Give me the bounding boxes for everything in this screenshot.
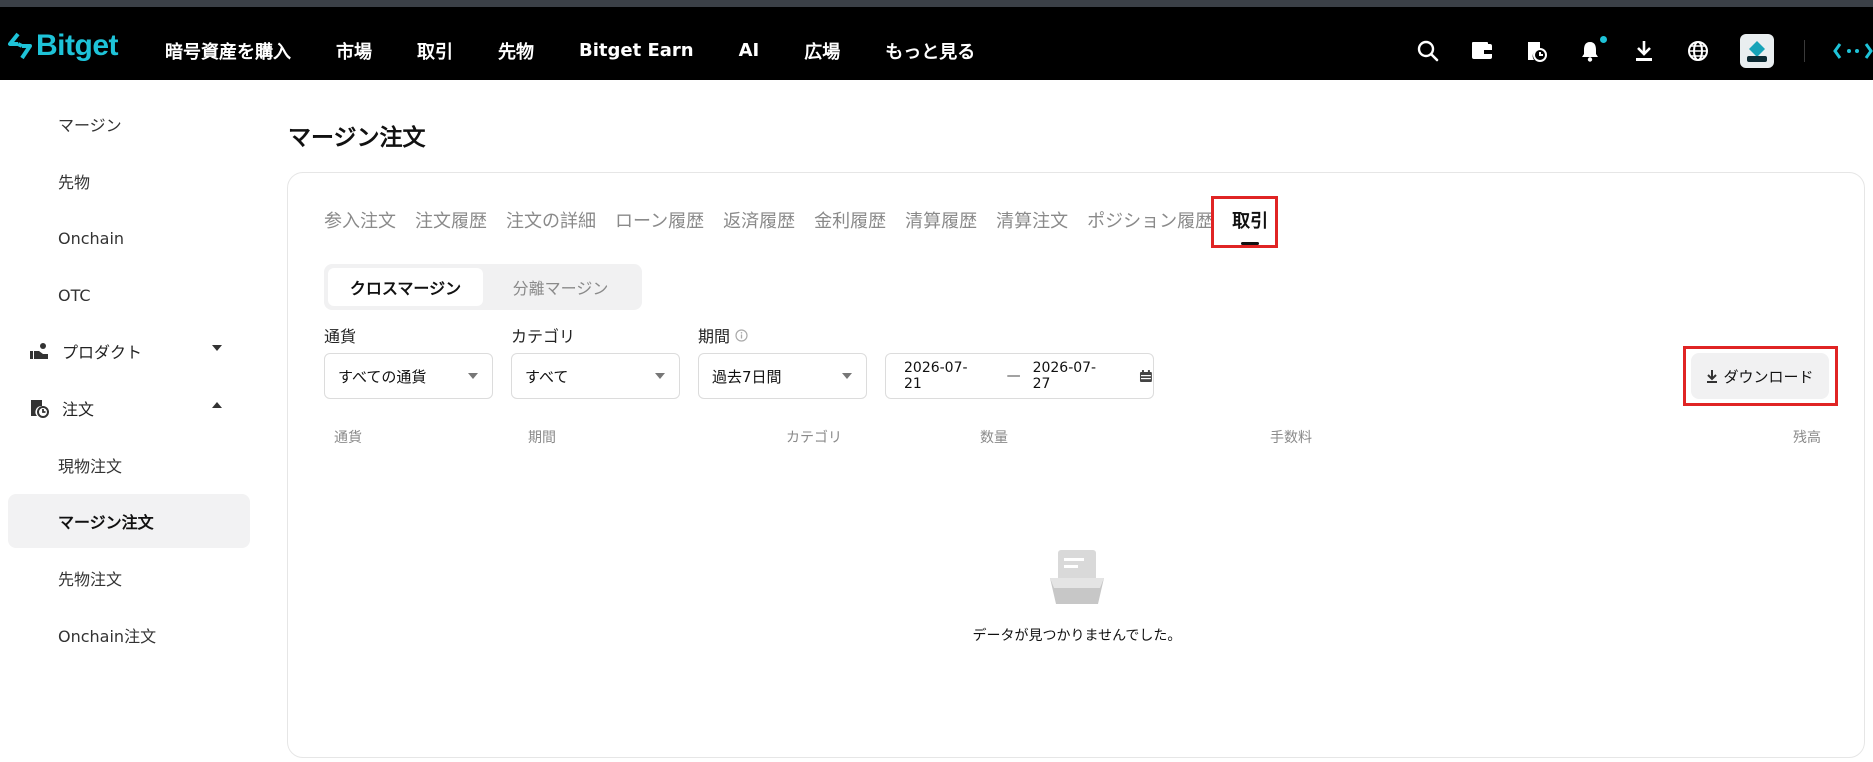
date-range-picker[interactable]: 2026-07-21 — 2026-07-27	[885, 353, 1154, 399]
tab-interest-history[interactable]: 金利履歴	[814, 207, 886, 233]
isolated-margin-button[interactable]: 分離マージン	[483, 268, 638, 306]
sidebar-item-label: Onchain	[58, 228, 125, 248]
tab-repayment-history[interactable]: 返済履歴	[723, 207, 795, 233]
period-select[interactable]: 過去7日間	[698, 353, 867, 399]
sidebar-item-otc[interactable]: OTC	[8, 268, 250, 322]
empty-state-message: データが見つかりませんでした。	[972, 628, 1182, 644]
currency-filter-label: 通貨	[324, 327, 357, 346]
dropdown-arrow-icon	[468, 373, 478, 379]
nav-trade[interactable]: 取引	[417, 38, 453, 64]
info-icon[interactable]	[735, 328, 748, 342]
notification-dot	[1600, 35, 1607, 43]
dropdown-arrow-icon	[655, 373, 665, 379]
tab-position-history[interactable]: ポジション履歴	[1087, 207, 1213, 233]
top-actions	[1416, 14, 1873, 87]
chevron-up-icon	[212, 402, 222, 408]
toolbar-divider	[1804, 39, 1805, 62]
tab-order-history[interactable]: 注文履歴	[415, 207, 487, 233]
dropdown-arrow-icon	[842, 373, 852, 379]
tab-liquidation-orders[interactable]: 清算注文	[996, 207, 1068, 233]
highlight-box-download	[1683, 346, 1838, 406]
wallet-icon[interactable]	[1470, 39, 1494, 63]
sidebar-item-futures-orders[interactable]: 先物注文	[8, 551, 250, 605]
bitget-logo-mark-icon	[8, 32, 32, 60]
tab-loan-history[interactable]: ローン履歴	[615, 207, 704, 233]
orders-icon	[28, 397, 50, 419]
category-select[interactable]: すべて	[511, 353, 680, 399]
sidebar-item-label: Onchain注文	[58, 627, 157, 646]
nav-ai[interactable]: AI	[739, 40, 760, 61]
order-history-icon[interactable]	[1524, 39, 1548, 63]
main-nav: 暗号資産を購入 市場 取引 先物 Bitget Earn AI 広場 もっと見る	[165, 14, 1020, 87]
orders-card: 参入注文 注文履歴 注文の詳細 ローン履歴 返済履歴 金利履歴 清算履歴 清算注…	[287, 172, 1865, 758]
sidebar-group-orders[interactable]: 注文	[8, 381, 250, 435]
column-header-period: 期間	[528, 430, 556, 446]
top-navigation-bar: Bitget 暗号資産を購入 市場 取引 先物 Bitget Earn AI 広…	[0, 7, 1873, 80]
search-icon[interactable]	[1416, 39, 1440, 63]
nav-more[interactable]: もっと見る	[885, 38, 975, 64]
cross-margin-button[interactable]: クロスマージン	[328, 268, 483, 306]
tab-order-details[interactable]: 注文の詳細	[506, 207, 596, 233]
column-header-category: カテゴリ	[786, 430, 842, 446]
bell-icon[interactable]	[1578, 35, 1607, 63]
column-header-currency: 通貨	[334, 430, 362, 446]
bitget-logo[interactable]: Bitget	[8, 29, 119, 63]
calendar-icon	[1140, 369, 1152, 382]
nav-futures[interactable]: 先物	[498, 38, 534, 64]
margin-mode-toggle: クロスマージン 分離マージン	[324, 264, 642, 310]
period-filter-label: 期間	[698, 323, 748, 347]
nav-buy-crypto[interactable]: 暗号資産を購入	[165, 38, 291, 64]
end-date: 2026-07-27	[1032, 360, 1097, 392]
sidebar-item-label: OTC	[58, 285, 91, 305]
sidebar-item-margin-orders[interactable]: マージン注文	[8, 494, 250, 548]
translate-icon[interactable]	[1833, 39, 1873, 63]
start-date: 2026-07-21	[904, 360, 968, 392]
order-tabs: 参入注文 注文履歴 注文の詳細 ローン履歴 返済履歴 金利履歴 清算履歴 清算注…	[324, 207, 1287, 245]
sidebar-item-margin[interactable]: マージン	[8, 97, 250, 151]
column-header-balance: 残高	[1793, 430, 1821, 446]
empty-state-icon	[1042, 548, 1112, 612]
tab-liquidation-history[interactable]: 清算履歴	[905, 207, 977, 233]
sidebar-item-futures[interactable]: 先物	[8, 154, 250, 208]
column-header-fee: 手数料	[1270, 430, 1312, 446]
brand-name: Bitget	[36, 29, 119, 62]
period-select-value: 過去7日間	[712, 367, 782, 386]
products-icon	[28, 340, 50, 362]
sidebar-item-label: 先物	[58, 173, 91, 192]
sidebar-item-label: マージン	[58, 116, 122, 135]
nav-markets[interactable]: 市場	[336, 38, 372, 64]
currency-select[interactable]: すべての通貨	[324, 353, 493, 399]
column-header-quantity: 数量	[980, 430, 1008, 446]
tab-open-orders[interactable]: 参入注文	[324, 207, 396, 233]
period-label-text: 期間	[698, 327, 731, 346]
nav-square[interactable]: 広場	[804, 38, 840, 64]
nav-bitget-earn[interactable]: Bitget Earn	[579, 40, 694, 61]
sidebar-item-label: プロダクト	[62, 343, 143, 362]
sidebar-item-label: 先物注文	[58, 570, 123, 589]
sidebar-item-onchain-orders[interactable]: Onchain注文	[8, 608, 250, 662]
window-top-strip	[0, 0, 1873, 7]
sidebar-group-products[interactable]: プロダクト	[8, 324, 250, 378]
download-app-icon[interactable]	[1632, 39, 1656, 63]
sidebar-item-label: マージン注文	[58, 513, 154, 532]
sidebar-item-label: 現物注文	[58, 457, 123, 476]
date-separator: —	[1006, 368, 1021, 384]
sidebar-item-label: 注文	[62, 400, 95, 419]
page-title: マージン注文	[288, 125, 426, 151]
highlight-box-trades-tab	[1211, 196, 1278, 248]
category-select-value: すべて	[525, 367, 569, 386]
sidebar-item-onchain[interactable]: Onchain	[8, 211, 250, 265]
category-filter-label: カテゴリ	[511, 327, 576, 346]
globe-icon[interactable]	[1686, 39, 1710, 63]
sidebar: マージン 先物 Onchain OTC プロダクト 注文 現物注文 マージン注文…	[0, 80, 260, 762]
avatar[interactable]	[1740, 33, 1774, 68]
sidebar-item-spot-orders[interactable]: 現物注文	[8, 438, 250, 492]
chevron-down-icon	[212, 345, 222, 351]
currency-select-value: すべての通貨	[338, 367, 427, 386]
